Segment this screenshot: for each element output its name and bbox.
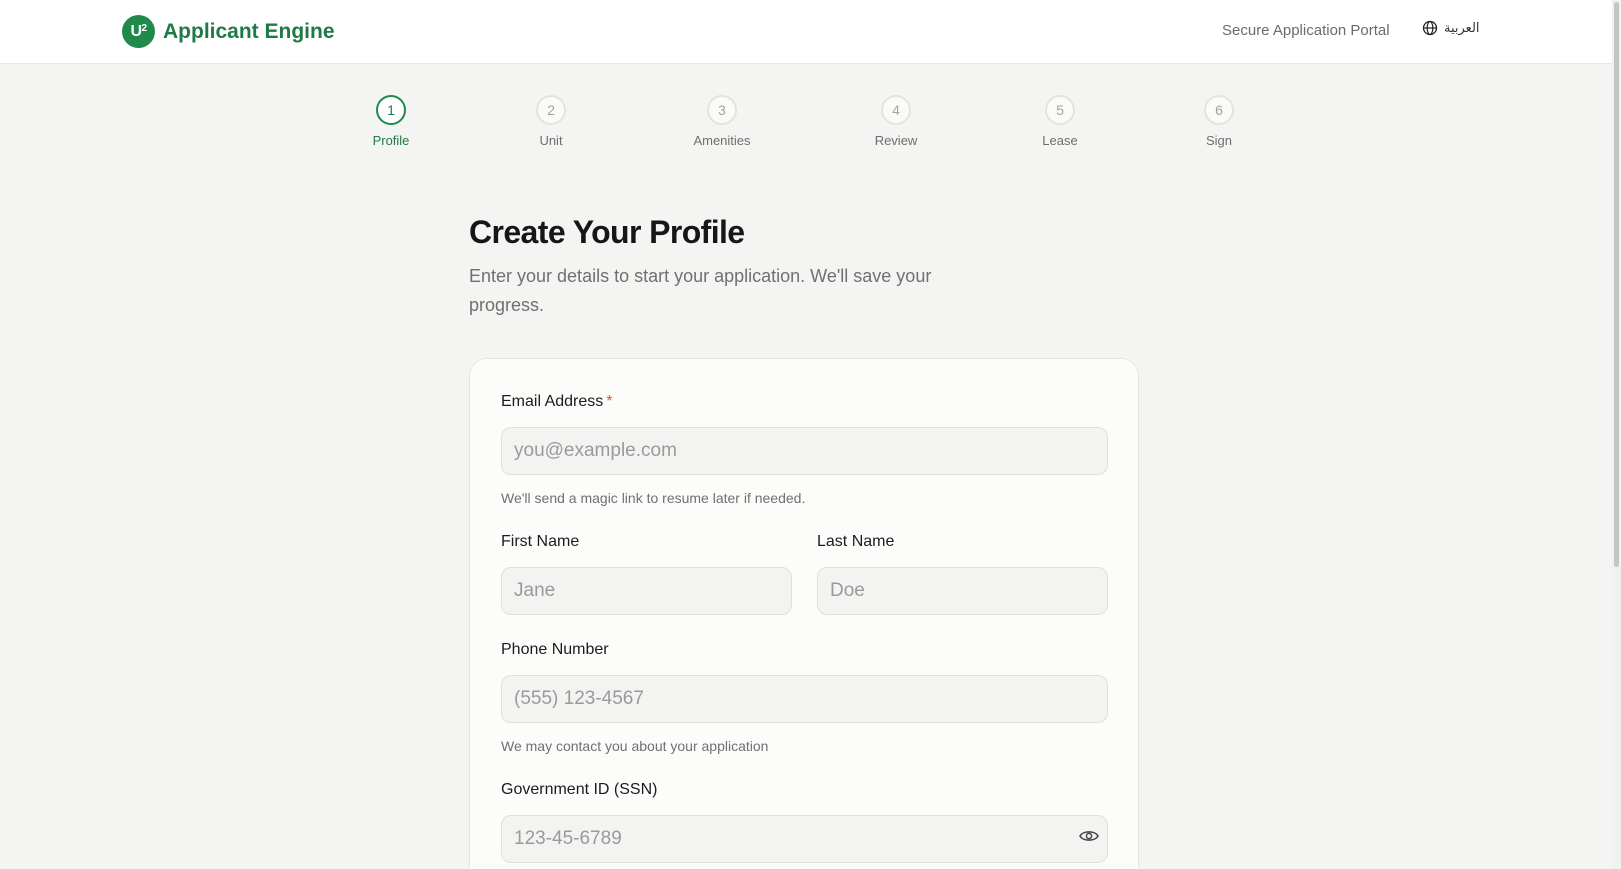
profile-form-card: Email Address* We'll send a magic link t… [469,358,1139,869]
phone-help-text: We may contact you about your applicatio… [501,738,769,754]
step-number: 5 [1045,95,1075,125]
email-help-text: We'll send a magic link to resume later … [501,490,806,506]
ssn-label: Government ID (SSN) [501,781,658,798]
step-sign[interactable]: 6 Sign [1169,95,1269,148]
language-toggle[interactable]: العربية [1422,20,1480,36]
globe-icon [1422,20,1438,36]
step-number: 6 [1204,95,1234,125]
step-unit[interactable]: 2 Unit [501,95,601,148]
last-name-input[interactable] [817,567,1108,615]
last-name-label: Last Name [817,533,895,550]
app-name: Applicant Engine [163,19,335,43]
page-subtitle: Enter your details to start your applica… [469,266,932,315]
show-ssn-button[interactable] [1077,824,1101,848]
scrollbar-thumb[interactable] [1614,2,1619,567]
page-scrollbar[interactable] [1612,0,1621,869]
app-logo[interactable]: U2 Applicant Engine [122,15,335,48]
portal-label: Secure Application Portal [1222,22,1390,39]
language-label: العربية [1444,20,1480,35]
step-label: Amenities [693,133,751,148]
step-label: Profile [372,133,410,148]
step-label: Lease [1042,133,1078,148]
page-title: Create Your Profile [469,214,745,250]
progress-stepper: 1 Profile 2 Unit 3 Amenities 4 Review 5 … [0,95,1612,155]
phone-input[interactable] [501,675,1108,723]
step-amenities[interactable]: 3 Amenities [672,95,772,148]
step-number: 3 [707,95,737,125]
step-number: 4 [881,95,911,125]
logo-badge-sup: 2 [141,23,148,34]
email-label: Email Address * [501,393,613,411]
required-mark: * [606,393,613,410]
top-header: U2 Applicant Engine Secure Application P… [0,0,1612,64]
step-label: Sign [1205,133,1233,148]
email-input[interactable] [501,427,1108,475]
logo-badge-icon: U2 [122,15,155,48]
eye-icon [1079,831,1099,841]
first-name-label: First Name [501,533,580,550]
ssn-input[interactable] [501,815,1108,863]
step-profile[interactable]: 1 Profile [341,95,441,148]
phone-label: Phone Number [501,641,609,658]
email-label-text: Email Address [501,393,604,410]
step-number: 1 [376,95,406,125]
first-name-input[interactable] [501,567,792,615]
step-label: Unit [539,133,563,148]
step-label: Review [874,133,918,148]
step-number: 2 [536,95,566,125]
page: U2 Applicant Engine Secure Application P… [0,0,1621,869]
step-review[interactable]: 4 Review [846,95,946,148]
logo-badge-letter: U [130,22,142,40]
step-lease[interactable]: 5 Lease [1010,95,1110,148]
